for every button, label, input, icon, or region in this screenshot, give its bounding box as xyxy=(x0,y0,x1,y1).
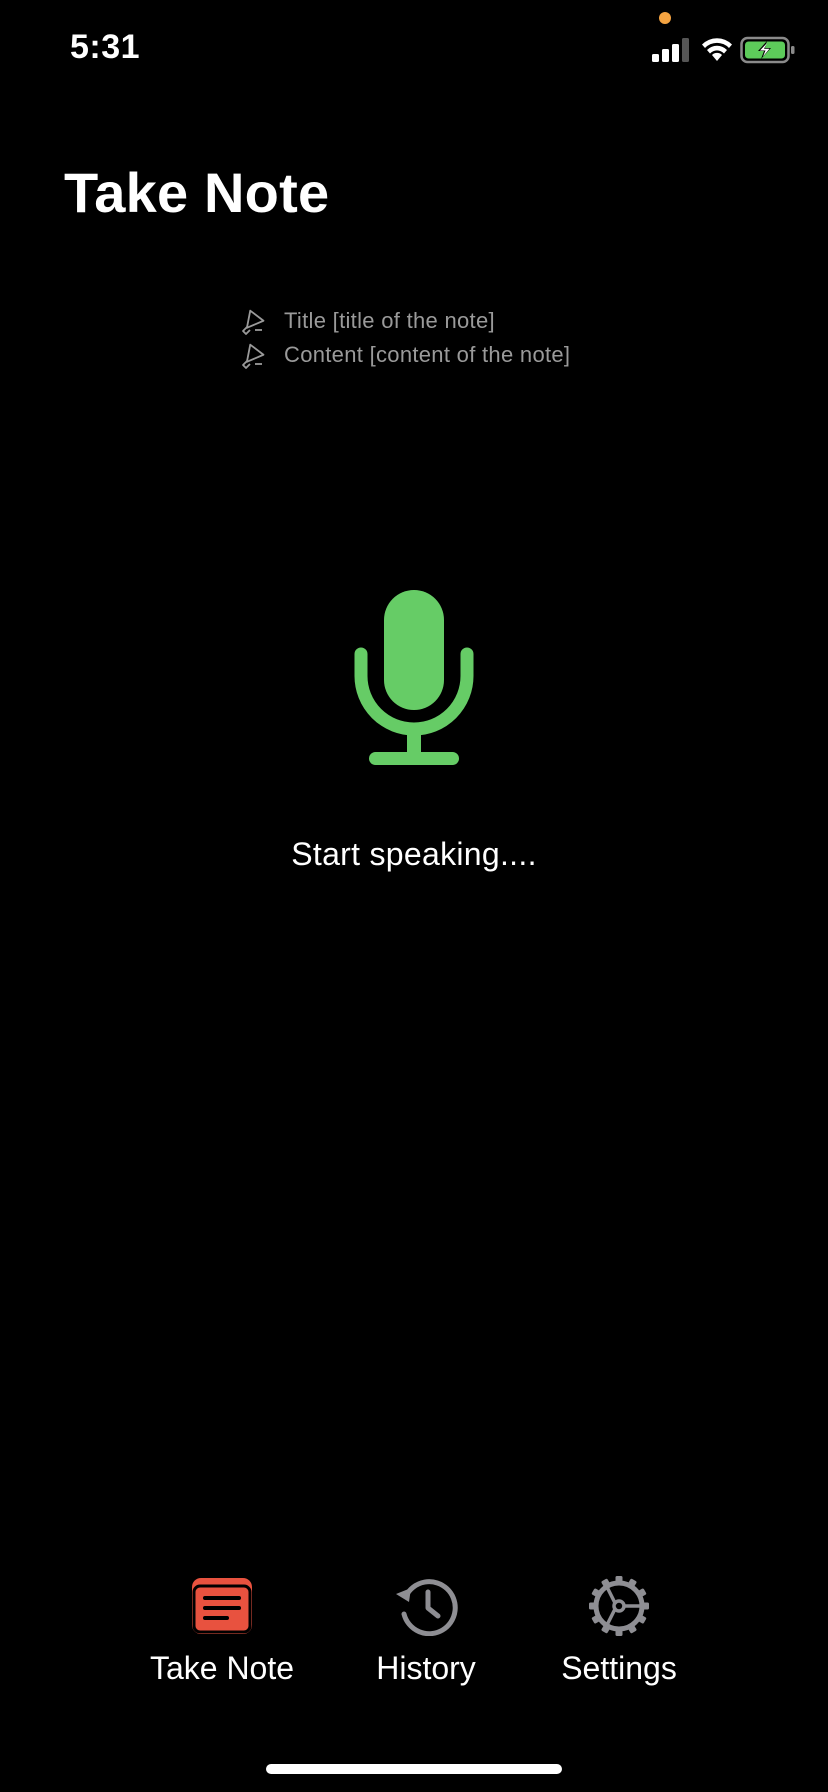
gear-icon xyxy=(589,1576,649,1636)
tab-take-note[interactable]: Take Note xyxy=(140,1576,304,1687)
tab-settings[interactable]: Settings xyxy=(548,1576,690,1687)
note-icon xyxy=(192,1578,252,1634)
home-indicator[interactable] xyxy=(266,1764,562,1774)
tab-label: Take Note xyxy=(149,1650,295,1686)
cellular-signal-icon xyxy=(652,38,689,62)
megaphone-icon xyxy=(242,343,265,369)
microphone-icon[interactable] xyxy=(354,590,474,768)
wifi-icon xyxy=(702,38,732,61)
history-clock-icon xyxy=(396,1579,458,1636)
speaking-status-text: Start speaking.... xyxy=(291,836,537,872)
take-note-screen: 5:31 Take Note Title [title of the note]… xyxy=(0,0,828,1792)
tab-label: History xyxy=(376,1650,476,1686)
hint-content: Content [content of the note] xyxy=(238,338,570,372)
status-time: 5:31 xyxy=(70,28,141,66)
tab-label: Settings xyxy=(561,1650,677,1686)
battery-charging-icon xyxy=(740,36,795,64)
voice-command-hints: Title [title of the note] Content [conte… xyxy=(238,304,570,372)
hint-text: Content [content of the note] xyxy=(284,342,571,367)
privacy-indicator-dot xyxy=(659,12,671,24)
page-title: Take Note xyxy=(64,161,330,224)
hint-text: Title [title of the note] xyxy=(284,308,495,333)
hint-title: Title [title of the note] xyxy=(238,304,570,338)
megaphone-icon xyxy=(242,309,265,335)
tab-history[interactable]: History xyxy=(356,1576,496,1687)
